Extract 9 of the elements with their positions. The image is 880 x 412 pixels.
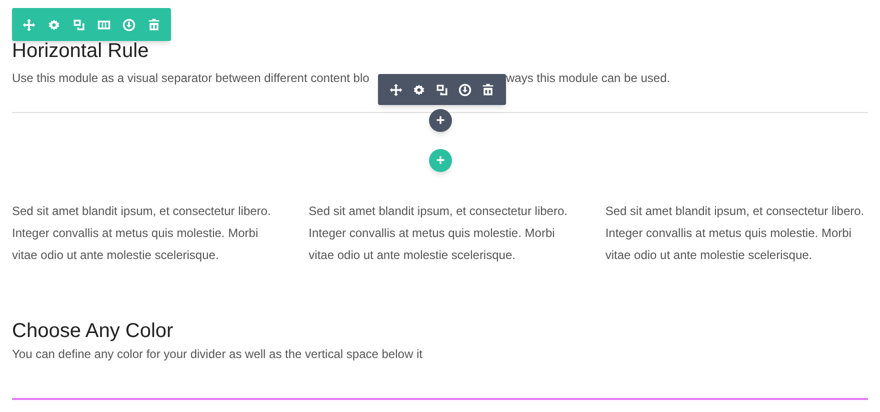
column-text: Sed sit amet blandit ipsum, et consectetur libero. Integer convallis at metus quis molestie. Morbi vitae odio ut ante molestie scelerisque. (308, 203, 568, 264)
section-heading: Choose Any Color (12, 319, 174, 344)
section-description: ways this module can be used. (506, 70, 670, 86)
section-description: You can define any color for your divider as well as the vertical space below it (12, 346, 422, 362)
add-button[interactable]: + (429, 109, 452, 132)
section-heading: Horizontal Rule (12, 39, 149, 64)
column-text: Sed sit amet blandit ipsum, et consectetur libero. Integer convallis at metus quis molestie. Morbi vitae odio ut ante molestie scelerisque. (12, 203, 272, 264)
column-text: Sed sit amet blandit ipsum, et consectetur libero. Integer convallis at metus quis molestie. Morbi vitae odio ut ante molestie scelerisque. (605, 203, 866, 264)
section-description: Use this module as a visual separator between different content blo (12, 71, 370, 85)
